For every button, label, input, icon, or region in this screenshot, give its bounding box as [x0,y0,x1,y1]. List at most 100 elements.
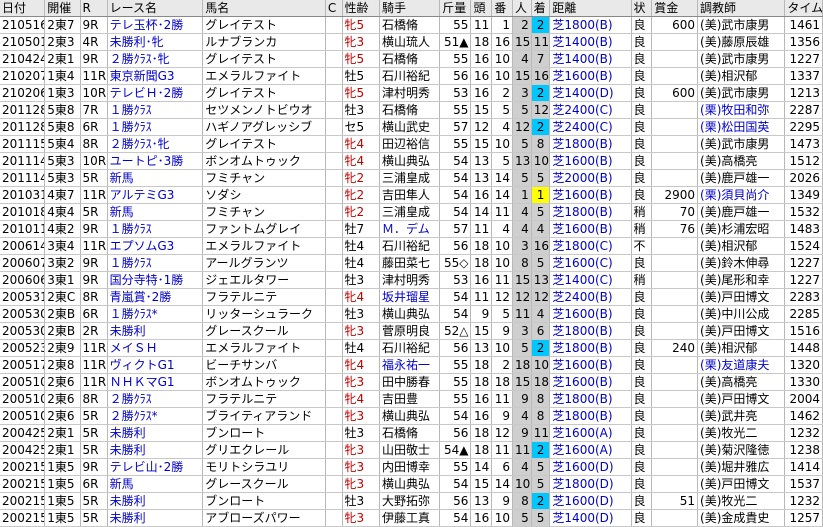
cell-sex-age: 牝4 [342,152,380,170]
table-row[interactable]: 201018 4東4 5R 新馬 フミチャン 牝2 三浦皇成 54 14 11 4 5 芝1800(B)… [0,203,823,221]
cell-popularity: 13 [512,152,532,170]
table-row[interactable]: 200425 2東1 5R 未勝利 グリエクレール 牝3 山田敬士 54▲ 18 11 11 2 芝16… [0,441,823,459]
table-row[interactable]: 201128 5東8 7R １勝ｸﾗｽ セツメンノトビウオ 牡3 石橋脩 55 15 5 5 12 芝2… [0,101,823,119]
cell-c [325,67,343,85]
cell-date: 200614 [0,237,46,255]
cell-jockey: 石川裕紀 [379,67,441,85]
cell-c [325,390,343,408]
cell-prize [651,152,699,170]
table-row[interactable]: 200606 3東1 9R 国分寺特･1勝 ジェエルタワー 牡3 津村明秀 53 16 11 15 1… [0,271,823,289]
table-row[interactable]: 201031 4東7 11R アルテミG3 ソダシ 牝2 吉田隼人 54 16 14 1 1 芝1600… [0,186,823,204]
table-row[interactable]: 200531 2東C 8R 青嵐賞･2勝 フラテルニテ 牝4 坂井瑠星 54 11 12 12 12 芝… [0,288,823,306]
table-row[interactable]: 201114 5東3 5R 新馬 フミチャン 牝2 三浦皇成 54 13 14 5 5 芝2000(B)… [0,169,823,187]
cell-jockey: 坂井瑠星 [379,288,441,306]
cell-popularity: 1 [512,186,532,204]
cell-weight: 55 [439,50,472,68]
table-row[interactable]: 210424 2東1 9R ２勝ｸﾗｽ･牝 グレイテスト 牝5 石橋脩 55 16 10 4 7 芝14… [0,50,823,68]
table-row[interactable]: 210501 2東3 4R 未勝利･牝 ルナブランカ 牝3 横山琉人 51▲ 18 16 15 11 芝… [0,33,823,51]
cell-race-no: 9R [80,50,108,68]
cell-sex-age: セ5 [342,118,380,136]
cell-race-name: ユートピ･3勝 [107,152,204,170]
table-row[interactable]: 201114 5東3 10R ユートピ･3勝 ボンオムトゥック 牝4 横山典弘 54 13 5 13… [0,152,823,170]
cell-distance: 芝2400(C) [549,101,632,119]
cell-date: 200215 [0,492,46,510]
cell-race-name: メイＳＨ [107,339,204,357]
cell-date: 200531 [0,288,46,306]
cell-weight: 54▲ [439,441,472,459]
table-row[interactable]: 201115 5東4 8R ２勝ｸﾗｽ･牝 グレイテスト 牝4 田辺裕信 55 15 10 5 8 芝1… [0,135,823,153]
cell-prize [651,424,699,442]
cell-trainer: (栗)松田国英 [697,118,786,136]
cell-trainer: (美)鹿戸雄一 [697,169,786,187]
table-row[interactable]: 200215 1東5 6R 新馬 グレースクール 牝3 横山典弘 54 15 14 10 5 芝1800… [0,475,823,493]
cell-trainer: (美)戸田博文 [697,475,786,493]
cell-jockey: 菅原明良 [379,322,441,340]
cell-prize [651,50,699,68]
cell-race-no: 5R [80,424,108,442]
table-body: 210516 2東7 9R テレ玉杯･2勝 グレイテスト 牝5 石橋脩 55 11 1 2 2 芝180… [0,16,823,527]
cell-race-name: テレビＨ･2勝 [107,84,204,102]
cell-going: 良 [631,441,653,459]
table-row[interactable]: 200530 2東B 6R １勝ｸﾗｽ* リッターシュラーク 牡3 横山典弘 54 9 5 11 4 芝… [0,305,823,323]
cell-c [325,475,343,493]
cell-horse-name: セツメンノトビウオ [202,101,326,119]
table-row[interactable]: 200530 2東B 2R 未勝利 グレースクール 牝3 菅原明良 52△ 15 9 3 6 芝1800… [0,322,823,340]
cell-meeting: 2東6 [44,407,81,425]
cell-meeting: 2東1 [44,424,81,442]
cell-time: 1473 [784,135,823,153]
table-row[interactable]: 200215 1東5 5R 未勝利 ブンロート 牡3 大野拓弥 56 13 9 8 2 芝1600(D)… [0,492,823,510]
table-row[interactable]: 200517 2東8 11R ヴィクトG1 ビーチサンバ 牝4 福永祐一 55 18 2 18 10 芝… [0,356,823,374]
cell-popularity: 8 [512,492,532,510]
cell-trainer: (美)中川公成 [697,305,786,323]
cell-jockey: 田辺裕信 [379,135,441,153]
table-row[interactable]: 200425 2東1 5R 未勝利 ブンロート 牡3 石橋脩 56 18 12 9 11 芝1600(A… [0,424,823,442]
table-row[interactable]: 200510 2東6 8R ２勝ｸﾗｽ フラテルニテ 牝4 吉田豊 55 16 11 9 8 芝1800… [0,390,823,408]
cell-trainer: (美)堀井雅広 [697,458,786,476]
table-row[interactable]: 201011 4東2 9R １勝ｸﾗｽ ファントムグレイ 牡7 Ｍ．デム 57 11 4 4 4 芝16… [0,220,823,238]
cell-time: 1483 [784,220,823,238]
cell-sex-age: 牝2 [342,169,380,187]
cell-trainer: (美)相沢郁 [697,237,786,255]
cell-trainer: (美)戸田博文 [697,390,786,408]
table-row[interactable]: 201128 5東8 6R １勝ｸﾗｽ ハギノアグレッシブ セ5 横山武史 57 12 4 12 2 芝… [0,118,823,136]
table-row[interactable]: 210206 1東3 10R テレビＨ･2勝 グレイテスト 牝5 津村明秀 53 16 2 3 2 芝1… [0,84,823,102]
cell-popularity: 9 [512,424,532,442]
table-row[interactable]: 200215 1東5 5R 未勝利 アブローズパワー 牝3 伊藤工真 54 16 10 5 5 芝140… [0,509,823,527]
cell-jockey: 福永祐一 [379,356,441,374]
cell-c [325,492,343,510]
cell-date: 200606 [0,271,46,289]
table-row[interactable]: 200510 2東6 5R ２勝ｸﾗｽ* ブライティアランド 牝3 横山典弘 54 16 9 4 8 芝… [0,407,823,425]
cell-going: 良 [631,373,653,391]
table-row[interactable]: 210516 2東7 9R テレ玉杯･2勝 グレイテスト 牝5 石橋脩 55 11 1 2 2 芝180… [0,16,823,34]
cell-distance: 芝1600(B) [549,373,632,391]
cell-trainer: (栗)友道康夫 [697,356,786,374]
table-row[interactable]: 200607 3東2 9R １勝ｸﾗｽ アールグランツ 牡4 藤田菜七 55◇ 18 10 8 5 芝1… [0,254,823,272]
cell-meeting: 2東1 [44,441,81,459]
cell-race-name: １勝ｸﾗｽ* [107,305,204,323]
cell-finish: 5 [531,458,551,476]
table-row[interactable]: 200614 3東4 11R エプソムG3 エメラルファイト 牡4 石川裕紀 56 18 10 3 1… [0,237,823,255]
cell-meeting: 4東4 [44,203,81,221]
cell-distance: 芝1600(C) [549,254,632,272]
cell-race-name: １勝ｸﾗｽ [107,254,204,272]
cell-weight: 56 [439,67,472,85]
cell-distance: 芝1600(B) [549,152,632,170]
cell-popularity: 10 [512,475,532,493]
cell-trainer: (栗)牧田和弥 [697,101,786,119]
cell-weight: 54 [439,407,472,425]
cell-jockey: 津村明秀 [379,84,441,102]
table-row[interactable]: 200215 1東5 9R テレビ山･2勝 モリトシラユリ 牝3 内田博幸 55 14 6 4 5 芝1… [0,458,823,476]
cell-race-name: １勝ｸﾗｽ [107,220,204,238]
cell-post: 11 [491,271,514,289]
cell-prize [651,509,699,527]
cell-distance: 芝1800(D) [549,475,632,493]
table-row[interactable]: 210207 1東4 11R 東京新聞G3 エメラルファイト 牡5 石川裕紀 56 16 10 15… [0,67,823,85]
table-row[interactable]: 200510 2東6 11R ＮＨＫマG1 ボンオムトゥック 牝3 田中勝春 55 18 18 15… [0,373,823,391]
cell-distance: 芝1800(B) [549,339,632,357]
cell-c [325,288,343,306]
cell-horse-name: エメラルファイト [202,237,326,255]
table-row[interactable]: 200523 2東9 11R メイＳＨ エメラルファイト 牡4 石川裕紀 56 13 10 5 2 芝1… [0,339,823,357]
cell-race-no: 7R [80,101,108,119]
cell-c [325,339,343,357]
cell-jockey: 藤田菜七 [379,254,441,272]
